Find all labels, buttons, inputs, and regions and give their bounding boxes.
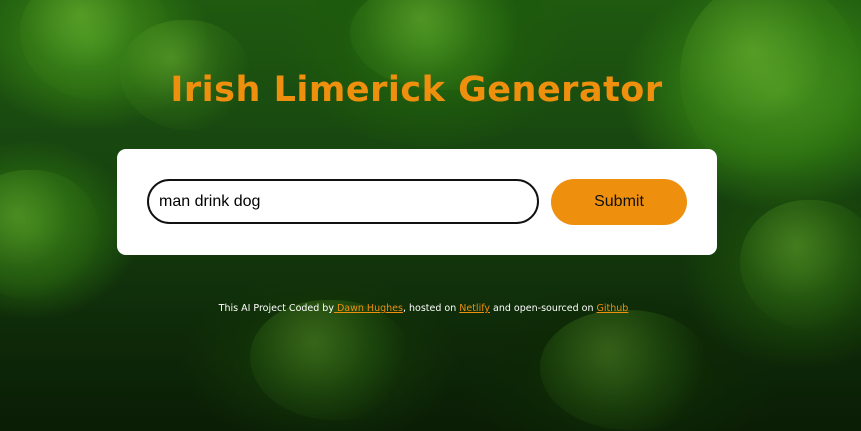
footer-credits: This AI Project Coded by Dawn Hughes, ho… [0,303,861,314]
netlify-link[interactable]: Netlify [459,303,490,314]
github-link[interactable]: Github [597,303,629,314]
footer-text-middle: , hosted on [402,303,460,314]
footer-text-after: and open-sourced on [490,303,597,314]
limerick-form-card: Submit [117,149,717,255]
author-link[interactable]: Dawn Hughes [334,303,403,314]
page-title: Irish Limerick Generator [170,70,663,110]
limerick-prompt-input[interactable] [147,179,539,224]
submit-button[interactable]: Submit [551,179,687,225]
footer-text-before: This AI Project Coded by [218,303,334,314]
